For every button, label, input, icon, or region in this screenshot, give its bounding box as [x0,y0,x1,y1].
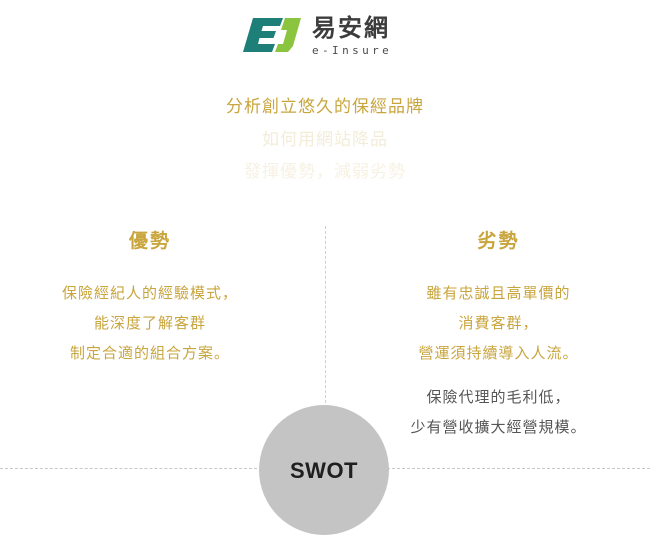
weaknesses-extra-text: 保險代理的毛利低， 少有營收擴大經營規模。 [347,382,650,442]
weaknesses-text: 雖有忠誠且高單價的 消費客群， 營運須持續導入人流。 [347,278,650,368]
weaknesses-title: 劣勢 [477,230,520,252]
strengths-line: 制定合適的組合方案。 [69,344,230,362]
strengths-text: 保險經紀人的經驗模式， 能深度了解客群 制定合適的組合方案。 [0,278,300,368]
strengths-line: 保險經紀人的經驗模式， [61,284,238,302]
weaknesses-line: 消費客群， [458,314,539,332]
strengths-title: 優勢 [128,230,171,252]
weaknesses-line: 營運須持續導入人流。 [418,344,579,362]
strengths-line: 能深度了解客群 [93,314,206,332]
vertical-divider [325,226,326,408]
headline-faded-2: 發揮優勢，減弱劣勢 [244,162,406,182]
swot-page: 易安網 e-Insure 分析創立悠久的保經品牌 如何用網站降品 發揮優勢，減弱… [0,0,650,535]
swot-circle[interactable]: SWOT [259,405,389,535]
weaknesses-line: 雖有忠誠且高單價的 [426,284,571,302]
headline-faded-1: 如何用網站降品 [262,130,388,150]
brand-logo[interactable]: 易安網 e-Insure [243,14,413,60]
horizontal-divider-left [0,468,262,469]
weaknesses-extra-line: 少有營收擴大經營規模。 [410,418,587,436]
swot-label: SWOT [290,458,358,483]
horizontal-divider-right [387,468,650,469]
headline-main: 分析創立悠久的保經品牌 [226,97,424,117]
weaknesses-extra-line: 保險代理的毛利低， [426,388,571,406]
brand-subtitle: e-Insure [312,44,393,57]
e-insure-logo-icon [243,18,301,52]
brand-name: 易安網 [312,14,390,42]
